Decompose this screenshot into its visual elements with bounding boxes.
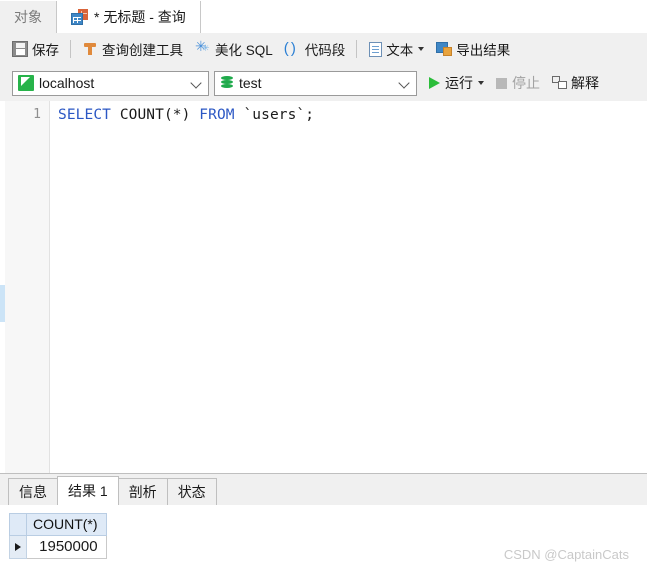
text-document-icon (369, 41, 383, 57)
result-grid[interactable]: COUNT(*) 1950000 (9, 513, 107, 559)
column-header-count[interactable]: COUNT(*) (26, 513, 107, 536)
stop-button[interactable]: 停止 (496, 73, 540, 93)
database-icon (220, 75, 234, 91)
run-dropdown-caret-icon[interactable] (478, 81, 484, 85)
cell-count-value[interactable]: 1950000 (26, 535, 107, 559)
stop-icon (496, 77, 507, 89)
run-button[interactable]: 运行 (429, 73, 484, 93)
tab-bar-filler (200, 1, 647, 33)
save-button[interactable]: 保存 (6, 37, 65, 61)
explain-button[interactable]: 解释 (552, 73, 599, 93)
text-button[interactable]: 文本 (362, 37, 430, 61)
save-icon (12, 41, 28, 57)
result-grid-pane: COUNT(*) 1950000 CSDN @CaptainCats (0, 505, 647, 575)
code-snippet-label: 代码段 (304, 43, 346, 58)
beautify-sql-label: 美化 SQL (215, 43, 273, 58)
chevron-down-icon[interactable] (191, 77, 203, 89)
query-builder-button[interactable]: 查询创建工具 (76, 37, 189, 61)
tab-profile-label: 剖析 (128, 484, 157, 500)
tab-objects-label: 对象 (14, 9, 42, 25)
sql-table-reference: `users`; (234, 107, 315, 123)
result-pane-tabs: 信息 结果 1 剖析 状态 (0, 473, 647, 506)
text-button-label: 文本 (386, 43, 414, 58)
tab-info[interactable]: 信息 (8, 478, 58, 505)
text-dropdown-caret-icon[interactable] (418, 47, 425, 51)
sql-code-line[interactable]: SELECT COUNT(*) FROM `users`; (58, 107, 314, 123)
query-builder-label: 查询创建工具 (102, 43, 183, 58)
tab-result-1-label: 结果 1 (68, 483, 108, 499)
tab-query-label: * 无标题 - 查询 (94, 9, 186, 25)
beautify-sql-button[interactable]: 美化 SQL (189, 37, 279, 61)
top-tab-bar: 对象 * 无标题 - 查询 (0, 0, 647, 34)
tab-objects[interactable]: 对象 (0, 1, 57, 33)
export-result-button[interactable]: 导出结果 (430, 37, 516, 61)
stop-button-label: 停止 (512, 75, 540, 91)
save-button-label: 保存 (32, 43, 59, 58)
line-number: 1 (33, 107, 41, 122)
watermark-text: CSDN @CaptainCats (503, 547, 629, 562)
code-snippet-button[interactable]: 代码段 (279, 37, 352, 61)
connection-select-value: localhost (39, 75, 95, 91)
tab-status[interactable]: 状态 (166, 478, 217, 505)
current-row-indicator (9, 535, 27, 559)
chevron-down-icon[interactable] (399, 77, 411, 89)
explain-icon (552, 76, 568, 90)
editor-gutter: 1 (5, 101, 50, 473)
sql-editor[interactable]: 1 SELECT COUNT(*) FROM `users`; (0, 101, 647, 473)
tab-query[interactable]: * 无标题 - 查询 (57, 1, 201, 34)
mysql-connection-icon (18, 75, 34, 91)
row-marker-header (9, 513, 27, 536)
toolbar-separator-2 (356, 40, 358, 58)
run-button-label: 运行 (445, 75, 473, 91)
export-result-icon (436, 41, 453, 57)
query-grid-icon (71, 9, 88, 25)
tab-profile[interactable]: 剖析 (117, 478, 168, 505)
connection-bar: localhost test 运行 停止 解释 (0, 65, 647, 101)
connection-select[interactable]: localhost (12, 70, 209, 96)
editor-toolbar: 保存 查询创建工具 美化 SQL 代码段 文本 导出结果 (0, 33, 647, 65)
play-icon (429, 77, 440, 89)
sql-keyword-select: SELECT (58, 107, 111, 123)
beautify-wand-icon (195, 38, 211, 57)
explain-button-label: 解释 (571, 75, 599, 91)
tab-info-label: 信息 (19, 484, 47, 500)
sql-keyword-from: FROM (199, 107, 235, 123)
query-builder-icon (82, 41, 98, 57)
export-result-label: 导出结果 (456, 43, 511, 58)
database-select[interactable]: test (214, 70, 417, 96)
tab-result-1[interactable]: 结果 1 (57, 476, 119, 506)
tab-status-label: 状态 (177, 484, 206, 500)
database-select-value: test (239, 75, 262, 91)
table-header-row: COUNT(*) (9, 513, 107, 536)
table-row[interactable]: 1950000 (9, 535, 107, 559)
code-snippet-icon (284, 41, 301, 57)
toolbar-separator-1 (70, 40, 71, 58)
sql-expression: COUNT(*) (110, 107, 200, 123)
